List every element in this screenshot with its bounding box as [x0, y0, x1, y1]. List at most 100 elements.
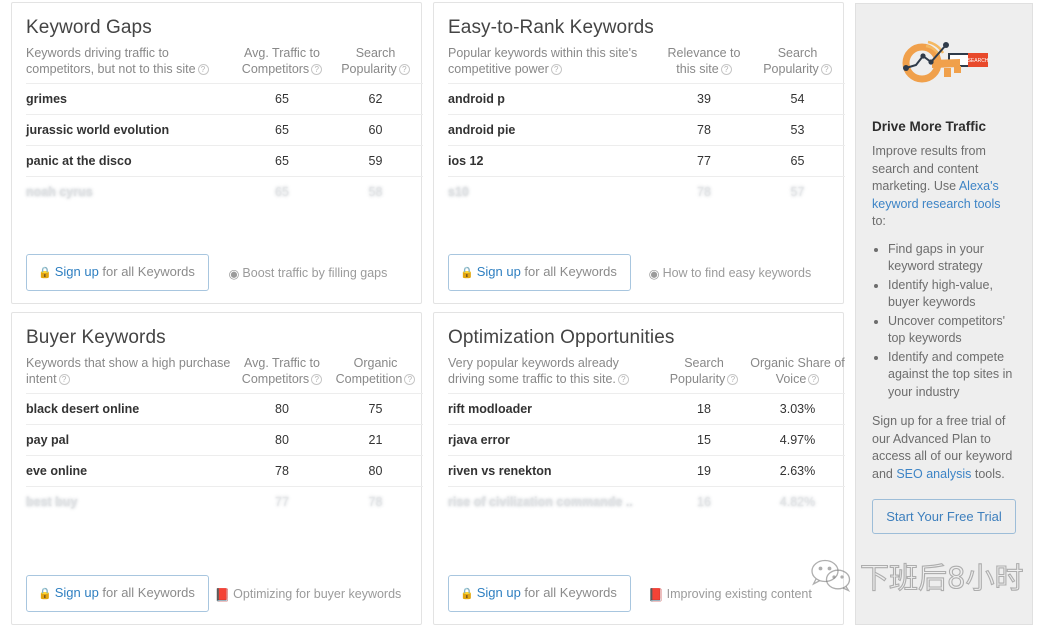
table-header-row: Keywords driving traffic to competitors,…: [26, 45, 423, 84]
metric-2-value: 59: [328, 145, 423, 177]
keyword-name: s10: [448, 176, 658, 207]
book-icon: 📕: [648, 588, 664, 602]
signup-label-highlight: Sign up: [476, 585, 521, 600]
help-icon[interactable]: ?: [550, 64, 562, 75]
table-row[interactable]: riven vs renekton 19 2.63%: [448, 455, 845, 487]
footer-link[interactable]: ◉ How to find easy keywords: [631, 254, 829, 283]
metric-1-value: 77: [236, 486, 328, 517]
lock-icon: 🔒: [38, 267, 52, 279]
start-free-trial-button[interactable]: Start Your Free Trial: [872, 499, 1016, 534]
keyword-table: Very popular keywords already driving so…: [448, 355, 845, 517]
metric-1-value: 65: [236, 145, 328, 177]
promo-sidebar: SEARCH Drive More Traffic Improve result…: [855, 3, 1033, 625]
list-item: Identify and compete against the top sit…: [888, 349, 1016, 402]
keyword-table: Keywords driving traffic to competitors,…: [26, 45, 423, 207]
table-row[interactable]: jurassic world evolution 65 60: [26, 114, 423, 146]
card-optimization-opportunities: Optimization Opportunities Very popular …: [433, 312, 845, 625]
signup-button[interactable]: 🔒 Sign up for all Keywords: [448, 254, 631, 291]
metric-1-value: 18: [658, 393, 750, 425]
column-metric-1: Relevance to this site?: [667, 46, 741, 76]
keyword-table: Popular keywords within this site's comp…: [448, 45, 845, 207]
column-description: Popular keywords within this site's comp…: [448, 46, 638, 76]
metric-1-value: 80: [236, 393, 328, 425]
card-title: Keyword Gaps: [26, 17, 152, 38]
metric-2-value: 2.63%: [750, 455, 845, 487]
table-row[interactable]: panic at the disco 65 59: [26, 145, 423, 177]
column-metric-1: Avg. Traffic to Competitors?: [236, 45, 328, 84]
column-metric-2: Search Popularity?: [750, 45, 845, 84]
keyword-name: best buy: [26, 486, 236, 517]
metric-1-value: 15: [658, 424, 750, 456]
footer-link[interactable]: 📕 Optimizing for buyer keywords: [209, 575, 407, 604]
keyword-name: jurassic world evolution: [26, 114, 236, 146]
metric-2-value: 78: [328, 486, 423, 517]
help-icon[interactable]: ?: [58, 374, 70, 385]
list-item: Uncover competitors' top keywords: [888, 313, 1016, 348]
keyword-name: noah cyrus: [26, 176, 236, 207]
signup-label-highlight: Sign up: [476, 264, 521, 279]
signup-button[interactable]: 🔒 Sign up for all Keywords: [26, 254, 209, 291]
table-row-locked: noah cyrus 65 58: [26, 176, 423, 207]
card-title: Buyer Keywords: [26, 327, 166, 348]
signup-label-highlight: Sign up: [54, 264, 99, 279]
table-row[interactable]: rift modloader 18 3.03%: [448, 393, 845, 425]
column-metric-2: Organic Share of Voice?: [750, 356, 845, 386]
keyword-table: Keywords that show a high purchase inten…: [26, 355, 423, 517]
footer-link-label: Improving existing content: [666, 587, 812, 601]
table-row[interactable]: black desert online 80 75: [26, 393, 423, 425]
metric-2-value: 4.97%: [750, 424, 845, 456]
signup-button[interactable]: 🔒 Sign up for all Keywords: [448, 575, 631, 612]
svg-text:SEARCH: SEARCH: [968, 58, 989, 64]
help-icon[interactable]: ?: [727, 374, 739, 385]
column-metric-2: Organic Competition?: [328, 355, 423, 394]
card-footer: 🔒 Sign up for all Keywords 📕 Optimizing fo…: [26, 575, 407, 612]
footer-link[interactable]: 📕 Improving existing content: [631, 575, 829, 604]
metric-1-value: 16: [658, 486, 750, 517]
metric-2-value: 65: [750, 145, 845, 177]
sidebar-heading: Drive More Traffic: [872, 119, 987, 134]
help-icon[interactable]: ?: [720, 64, 732, 75]
seo-analysis-link[interactable]: SEO analysis: [896, 467, 971, 481]
help-icon[interactable]: ?: [197, 64, 209, 75]
table-row[interactable]: pay pal 80 21: [26, 424, 423, 456]
table-row[interactable]: eve online 78 80: [26, 455, 423, 487]
help-icon[interactable]: ?: [617, 374, 629, 385]
metric-1-value: 65: [236, 83, 328, 115]
cards-area: Keyword Gaps Keywords driving traffic to…: [11, 2, 845, 629]
help-icon[interactable]: ?: [311, 64, 323, 75]
footer-link-label: Boost traffic by filling gaps: [242, 266, 388, 280]
help-icon[interactable]: ?: [820, 64, 832, 75]
table-row[interactable]: grimes 65 62: [26, 83, 423, 115]
card-footer: 🔒 Sign up for all Keywords ◉ How to find e…: [448, 254, 829, 291]
keyword-name: rjava error: [448, 424, 658, 456]
signup-label-rest: for all Keywords: [98, 585, 195, 600]
metric-1-value: 65: [236, 114, 328, 146]
lock-icon: 🔒: [460, 267, 474, 279]
help-icon[interactable]: ?: [808, 374, 820, 385]
signup-button[interactable]: 🔒 Sign up for all Keywords: [26, 575, 209, 612]
table-row[interactable]: android pie 78 53: [448, 114, 845, 146]
list-item: Find gaps in your keyword strategy: [888, 241, 1016, 276]
metric-2-value: 62: [328, 83, 423, 115]
table-row[interactable]: rjava error 15 4.97%: [448, 424, 845, 456]
table-row[interactable]: android p 39 54: [448, 83, 845, 115]
column-description: Keywords driving traffic to competitors,…: [26, 45, 236, 84]
table-header-row: Keywords that show a high purchase inten…: [26, 355, 423, 394]
card-title: Easy-to-Rank Keywords: [448, 17, 654, 38]
table-row-locked: s10 78 57: [448, 176, 845, 207]
help-icon[interactable]: ?: [398, 64, 410, 75]
sidebar-paragraph: Improve results from search and content …: [872, 143, 1016, 231]
help-icon[interactable]: ?: [311, 374, 323, 385]
lock-icon: 🔒: [38, 588, 52, 600]
metric-2-value: 53: [750, 114, 845, 146]
footer-link[interactable]: ◉ Boost traffic by filling gaps: [209, 254, 407, 283]
book-icon: 📕: [214, 588, 231, 602]
metric-1-value: 39: [658, 83, 750, 115]
table-row-locked: best buy 77 78: [26, 486, 423, 517]
footer-link-label: How to find easy keywords: [662, 266, 812, 280]
help-icon[interactable]: ?: [404, 374, 416, 385]
metric-1-value: 77: [658, 145, 750, 177]
keyword-name: rift modloader: [448, 393, 658, 425]
signup-label-rest: for all Keywords: [520, 585, 617, 600]
table-row[interactable]: ios 12 77 65: [448, 145, 845, 177]
